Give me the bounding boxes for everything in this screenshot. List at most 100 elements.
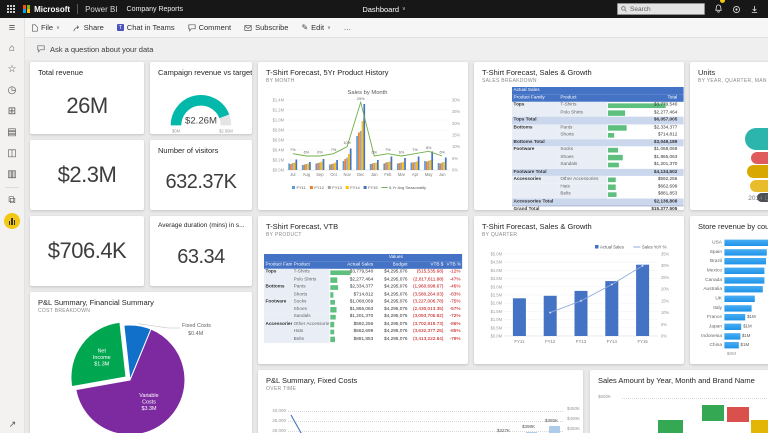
tile-campaign-gauge[interactable]: Campaign revenue vs target $2.26M$0M$2.5… — [150, 62, 252, 134]
bar[interactable] — [724, 314, 745, 320]
bar[interactable] — [336, 160, 338, 170]
bar[interactable] — [391, 157, 393, 171]
bar[interactable] — [575, 291, 588, 336]
bar[interactable] — [414, 162, 416, 170]
tile-units[interactable]: Units BY YEAR, QUARTER, MAN 2014 Qtr 1 — [690, 62, 768, 210]
bar[interactable] — [309, 162, 311, 170]
bar[interactable] — [302, 165, 304, 170]
download-icon[interactable] — [750, 5, 759, 14]
bar[interactable] — [412, 163, 414, 171]
table-total-row[interactable]: Tops Total$6,057,005 — [512, 117, 684, 124]
bar[interactable] — [724, 324, 741, 330]
pie-slice[interactable]: NetIncome$1.3M — [71, 322, 126, 386]
bar[interactable] — [724, 239, 768, 245]
bar[interactable] — [401, 163, 403, 171]
bar[interactable] — [549, 426, 560, 433]
table-row[interactable]: Polo Shirts$2,277,464$4,295,076(2,017,61… — [264, 276, 462, 283]
bar[interactable] — [294, 163, 296, 171]
bar[interactable] — [724, 286, 763, 292]
tile-store-revenue[interactable]: Store revenue by country USASpainBrazilM… — [690, 216, 768, 364]
bar[interactable] — [348, 154, 350, 170]
bar[interactable] — [290, 164, 292, 170]
bar[interactable] — [319, 163, 321, 171]
tile-pnl-financial-summary[interactable]: P&L Summary, Financial Summary COST BREA… — [30, 292, 252, 433]
bar[interactable] — [305, 164, 307, 170]
bar[interactable] — [445, 158, 447, 171]
bar[interactable] — [375, 163, 377, 171]
bar[interactable] — [334, 163, 336, 171]
waterfall-bar[interactable] — [727, 407, 749, 422]
waffle-menu-icon[interactable] — [7, 5, 15, 13]
bar[interactable] — [724, 258, 765, 264]
bar[interactable] — [724, 249, 767, 255]
sidebar-item-metrics[interactable]: ◫ — [0, 143, 24, 164]
line-marker[interactable] — [611, 284, 613, 286]
edit-button[interactable]: ✎ Edit ∨ — [301, 23, 330, 32]
search-box[interactable] — [617, 3, 705, 15]
bar[interactable] — [411, 163, 413, 171]
bar[interactable] — [441, 163, 443, 171]
tile-number-of-visitors[interactable]: Number of visitors 632.37K — [150, 140, 252, 210]
dashboard-switcher[interactable]: Dashboard ∨ — [362, 5, 405, 14]
table-row[interactable]: TopsT-Shirts$3,779,540$4,295,076(515,535… — [264, 269, 462, 276]
bar[interactable] — [430, 160, 432, 170]
bar[interactable] — [387, 162, 389, 170]
bar[interactable] — [344, 159, 346, 170]
sidebar-item-browse[interactable]: ▤ — [0, 122, 24, 143]
settings-gear-icon[interactable] — [732, 5, 741, 14]
bar[interactable] — [636, 265, 649, 336]
line-marker[interactable] — [549, 312, 551, 314]
table-row[interactable]: Shorts$714,812$4,295,076(3,580,264.03)-8… — [264, 291, 462, 298]
bar[interactable] — [372, 164, 374, 171]
bar[interactable] — [383, 164, 385, 171]
table-row[interactable]: Shoes$1,865,063 — [512, 154, 684, 161]
tile-total-revenue[interactable]: Total revenue 26M — [30, 62, 144, 134]
units-band[interactable] — [747, 165, 768, 178]
line-marker[interactable] — [642, 265, 644, 267]
file-menu-button[interactable]: File ∨ — [31, 23, 60, 32]
bar[interactable] — [385, 163, 387, 171]
table-total-row[interactable]: Accessories Total$2,136,808 — [512, 198, 684, 205]
bar[interactable] — [362, 121, 364, 170]
bar[interactable] — [397, 164, 399, 171]
bar[interactable] — [333, 164, 335, 171]
table-row[interactable]: AccessoriesOther Accessories$592,256 — [512, 176, 684, 183]
bar[interactable] — [370, 164, 372, 170]
bar[interactable] — [724, 305, 751, 311]
bar[interactable] — [724, 342, 739, 348]
sidebar-item-recent[interactable]: ◷ — [0, 80, 24, 101]
table-row[interactable]: Belts$881,853$4,295,076(3,413,222.84)-79… — [264, 336, 462, 343]
table-row[interactable]: Belts$881,853 — [512, 191, 684, 198]
bar[interactable] — [343, 161, 345, 170]
share-button[interactable]: Share — [73, 23, 104, 32]
workspace-name[interactable]: Company Reports — [127, 6, 183, 13]
bar[interactable] — [416, 162, 418, 171]
table-row[interactable]: BottomsPants$2,334,377$4,295,076(1,960,6… — [264, 284, 462, 291]
tile-vtb-table[interactable]: T-Shirt Forecast, VTB BY PRODUCT ValuesP… — [258, 216, 468, 364]
bar[interactable] — [724, 277, 764, 283]
bar[interactable] — [404, 158, 406, 170]
tile-sales-card[interactable]: $706.4K — [30, 216, 144, 286]
bar[interactable] — [443, 162, 445, 170]
more-options-button[interactable]: … — [344, 23, 352, 32]
table-total-row[interactable]: Bottoms Total$3,049,189 — [512, 139, 684, 146]
bar[interactable] — [377, 160, 379, 170]
bar[interactable] — [288, 164, 290, 171]
bar[interactable] — [350, 149, 352, 171]
bar[interactable] — [424, 161, 426, 170]
table-row[interactable]: Hats$662,699 — [512, 183, 684, 190]
bar[interactable] — [426, 162, 428, 171]
bar[interactable] — [389, 162, 391, 171]
table-row[interactable]: Polo Shirts$2,277,464 — [512, 109, 684, 116]
bar[interactable] — [307, 164, 309, 171]
bar[interactable] — [418, 157, 420, 171]
sidebar-item-learn[interactable]: ▥ — [0, 164, 24, 185]
bar[interactable] — [295, 160, 297, 171]
bar[interactable] — [373, 163, 375, 170]
qna-ask-bar[interactable]: Ask a question about your data — [25, 38, 768, 60]
nav-menu-button[interactable]: ≡ — [0, 18, 24, 38]
waterfall-bar[interactable] — [751, 420, 768, 433]
bar[interactable] — [317, 163, 319, 170]
tile-sales-breakdown[interactable]: T-Shirt Forecast, Sales & Growth SALES B… — [474, 62, 684, 210]
bar[interactable] — [544, 296, 557, 336]
